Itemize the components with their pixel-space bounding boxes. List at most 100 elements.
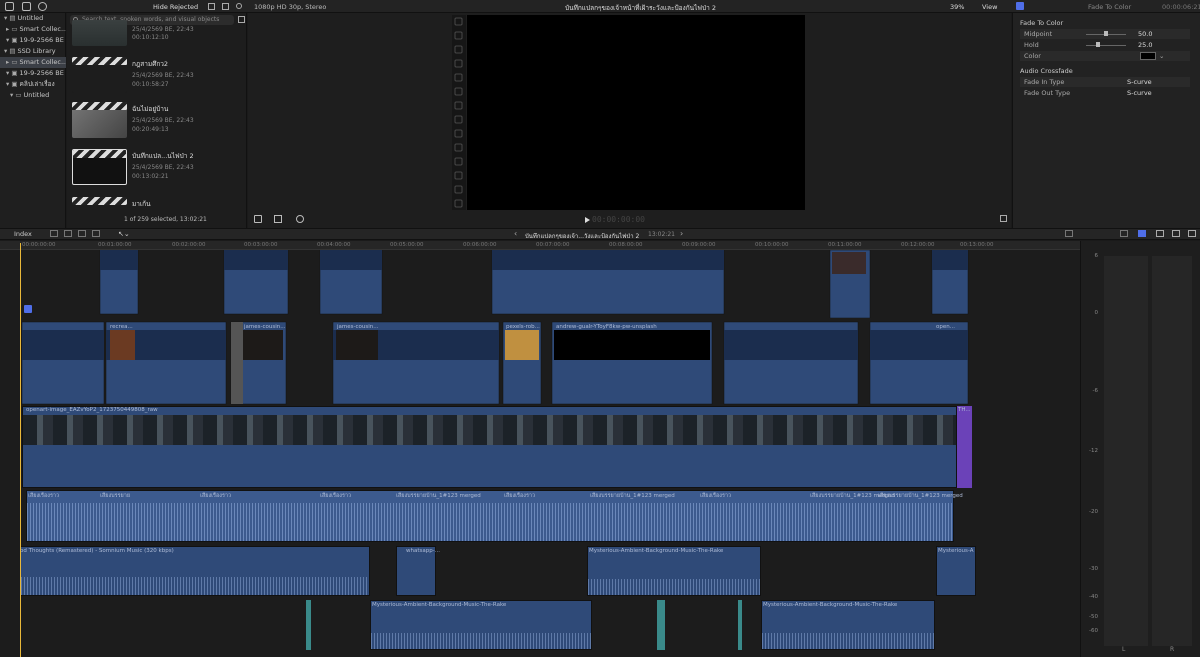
append-clip-icon[interactable]: [78, 230, 86, 237]
hold-slider-knob[interactable]: [1096, 42, 1100, 47]
hold-row: Hold 25.0: [1024, 40, 1153, 50]
playhead-marker[interactable]: [24, 305, 32, 313]
sfx-clip-b[interactable]: [657, 600, 665, 650]
voice-label-6: เสียงบรรยายบ้าน_1#123 merged: [590, 493, 675, 499]
audio-skimming-icon[interactable]: [1065, 230, 1073, 237]
library-item-untitled-folder[interactable]: ▾ ▭ Untitled: [0, 90, 66, 101]
voice-label-5: เสียงเรื่องราว: [504, 493, 536, 499]
music-label-2: whatsapp-...: [406, 548, 440, 554]
format-label: 1080p HD 30p, Stereo: [254, 3, 327, 11]
hold-value[interactable]: 25.0: [1138, 40, 1152, 50]
music-label-1: od Thoughts (Remastered) - Somnium Music…: [20, 548, 174, 554]
meter-channel-left: [1104, 256, 1148, 646]
titles-icon[interactable]: [38, 2, 47, 11]
inspector-filter-icon[interactable]: [1016, 2, 1024, 10]
playhead[interactable]: [20, 243, 21, 657]
filter-dropdown[interactable]: Hide Rejected: [153, 3, 198, 11]
viewer-speed-icon[interactable]: [296, 215, 304, 223]
video-lane-2[interactable]: [0, 318, 1080, 406]
audio-meter-icon[interactable]: [1120, 230, 1128, 237]
inspector-title: Fade To Color: [1088, 3, 1132, 11]
timeline-duration: 13:02:21: [648, 231, 675, 238]
ruler-tick-1: 00:01:00:00: [98, 242, 132, 248]
connect-clip-icon[interactable]: [50, 230, 58, 237]
library-item-smart-collections-2[interactable]: ▸ ▭ Smart Collec...: [0, 57, 66, 68]
music-label-3: Mysterious-Ambient-Background-Music-The-…: [589, 548, 724, 554]
browser-clip-1[interactable]: กฎสามศึกว2 25/4/2569 BE, 22:43 00:10:58:…: [70, 57, 245, 99]
color-swatch[interactable]: [1140, 52, 1156, 60]
effects-browser-icon[interactable]: [1188, 230, 1196, 237]
viewer-transform-icon[interactable]: [254, 215, 262, 223]
film-sprocket-strip: [452, 15, 466, 210]
browser-status: 1 of 259 selected, 13:02:21: [124, 216, 207, 223]
library-item-smart-collections[interactable]: ▸ ▭ Smart Collec...: [0, 24, 66, 35]
search-icon[interactable]: [236, 3, 242, 9]
play-button[interactable]: [585, 217, 590, 223]
sfx-clip-c[interactable]: [738, 600, 742, 650]
ruler-tick-13: 00:13:00:00: [960, 242, 994, 248]
library-item-event-2[interactable]: ▾ ▣ 19-9-2566 BE: [0, 68, 66, 79]
music-label-6: Mysterious-Ambient-Background-Music-The-…: [763, 602, 898, 608]
ruler-tick-7: 00:07:00:00: [536, 242, 570, 248]
library-item-story-clips[interactable]: ▾ ▣ คลิปเล่าเรื่อง: [0, 79, 66, 90]
voice-label-0: เสียงเรื่องราว: [28, 493, 60, 499]
browser-clip-2[interactable]: ฉันไม่อยู่บ้าน 25/4/2569 BE, 22:43 00:20…: [70, 102, 245, 144]
timeline-options-icon[interactable]: [1172, 230, 1180, 237]
fade-out-row: Fade Out Type S-curve: [1024, 88, 1152, 98]
browser-clip-3-selected[interactable]: บันทึกแปล...นไฟป่า 2 25/4/2569 BE, 22:43…: [70, 149, 245, 191]
zoom-dropdown[interactable]: 39%: [950, 3, 964, 11]
photos-icon[interactable]: [22, 2, 31, 11]
voice-label-3: เสียงเรื่องราว: [320, 493, 352, 499]
video-lane-3[interactable]: [0, 250, 1080, 318]
insert-clip-icon[interactable]: [64, 230, 72, 237]
history-forward-icon[interactable]: ›: [680, 229, 683, 238]
clip-label-primary: openart-image_EAZvYoP2_1723750449808_raw: [26, 407, 158, 413]
color-dropdown-icon[interactable]: ⌄: [1159, 51, 1164, 61]
midpoint-value[interactable]: 50.0: [1138, 29, 1152, 39]
filmstrip-view-icon[interactable]: [208, 3, 215, 10]
library-item-event[interactable]: ▾ ▣ 19-9-2566 BE: [0, 35, 66, 46]
clip-appearance-icon[interactable]: [1156, 230, 1164, 237]
viewer-crop-icon[interactable]: [274, 215, 282, 223]
index-button[interactable]: Index: [14, 230, 32, 238]
list-view-icon[interactable]: [222, 3, 229, 10]
ruler-tick-9: 00:09:00:00: [682, 242, 716, 248]
meter-channel-right: [1152, 256, 1192, 646]
library-item-untitled[interactable]: ▾ ▤ Untitled: [0, 13, 66, 24]
clip-label-james-1: james-cousin...: [244, 324, 286, 330]
primary-storyline-clip[interactable]: [22, 406, 957, 488]
fullscreen-icon[interactable]: [1000, 215, 1007, 222]
library-toggle-icon[interactable]: [5, 2, 14, 11]
primary-clip-filmstrip: [23, 415, 956, 445]
voice-label-1: เสียงบรรยาย: [100, 493, 131, 499]
fade-in-select[interactable]: S-curve: [1127, 77, 1152, 87]
meter-scale-6: 6: [1094, 253, 1099, 259]
music-label-5: Mysterious-Ambient-Background-Music-The-…: [372, 602, 507, 608]
select-tool-icon[interactable]: ↖⌄: [118, 230, 130, 238]
timeline-ruler[interactable]: 00:00:00:00 00:01:00:00 00:02:00:00 00:0…: [0, 241, 1080, 250]
clip-label-open: open...: [936, 324, 955, 330]
snapping-icon[interactable]: [1138, 230, 1146, 237]
library-item-ssd[interactable]: ▾ ▤ SSD Library: [0, 46, 66, 57]
midpoint-slider-knob[interactable]: [1104, 31, 1108, 36]
color-row: Color ⌄: [1020, 51, 1190, 61]
primary-end-clip[interactable]: [957, 406, 972, 488]
sfx-clip-a[interactable]: [306, 600, 311, 650]
ruler-tick-6: 00:06:00:00: [463, 242, 497, 248]
hold-slider[interactable]: [1086, 45, 1126, 46]
browser-clip-4[interactable]: มาเก้น: [70, 197, 245, 209]
viewer-canvas[interactable]: [467, 15, 805, 210]
viewer-timecode: 00:00:00:00: [592, 215, 645, 224]
view-dropdown[interactable]: View: [982, 3, 997, 11]
voice-label-9: เสียงบรรยายบ้าน_1#123 merged: [878, 493, 963, 499]
fade-out-select[interactable]: S-curve: [1127, 88, 1152, 98]
browser-options-icon[interactable]: [238, 16, 245, 23]
clip-label-primary-end: TH...: [958, 407, 971, 413]
fade-in-row: Fade In Type S-curve: [1020, 77, 1190, 87]
meter-label-left: L: [1122, 646, 1126, 653]
clip-label-andrew: andrew-gualr-YToyF8kw-pw-unsplash: [556, 324, 657, 330]
ruler-tick-11: 00:11:00:00: [828, 242, 862, 248]
overwrite-clip-icon[interactable]: [92, 230, 100, 237]
history-back-icon[interactable]: ‹: [514, 229, 517, 238]
ruler-tick-10: 00:10:00:00: [755, 242, 789, 248]
